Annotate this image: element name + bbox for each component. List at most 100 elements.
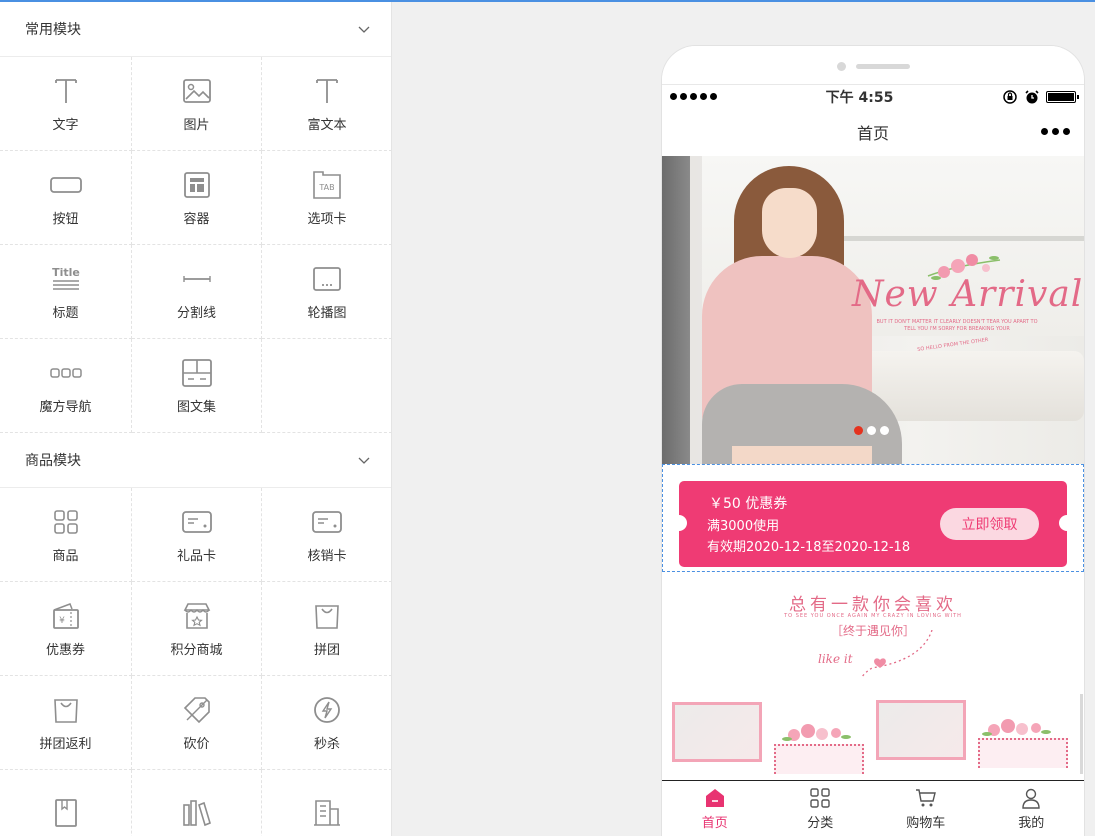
tab-label: 购物车 — [906, 815, 946, 831]
common-module-grid: 文字 图片 富文本 按钮 容器 TAB 选项卡 Title 标题 分割线 轮播图… — [0, 57, 391, 433]
rich-text-icon — [316, 78, 338, 103]
bargain-icon — [183, 696, 210, 723]
coupon-module[interactable]: ￥50 优惠券 满3000使用 有效期2020-12-18至2020-12-18… — [662, 464, 1084, 572]
banner-rail — [812, 236, 1084, 241]
module-label: 图片 — [183, 117, 210, 133]
button-icon — [49, 176, 82, 193]
gift-card-icon — [181, 510, 212, 533]
more-icon[interactable] — [1041, 128, 1070, 135]
module-container[interactable]: 容器 — [132, 151, 262, 245]
module-label: 拼团返利 — [39, 736, 92, 752]
carousel-dot[interactable] — [854, 426, 863, 435]
category-icon — [810, 787, 830, 808]
camera-icon — [837, 62, 846, 71]
tab-home[interactable]: 首页 — [662, 781, 768, 836]
points-mall-icon — [183, 602, 210, 629]
module-label: 拼团 — [313, 642, 340, 658]
tab-label: 首页 — [701, 815, 728, 831]
module-text[interactable]: 文字 — [0, 57, 132, 151]
user-icon — [1022, 788, 1040, 809]
module-label: 分割线 — [176, 305, 216, 321]
bottom-tabbar: 首页 分类 购物车 我的 — [662, 780, 1084, 836]
module-button[interactable]: 按钮 — [0, 151, 132, 245]
section-header-common[interactable]: 常用模块 — [0, 2, 391, 57]
tab-label: 分类 — [807, 815, 834, 831]
image-text-icon — [181, 358, 212, 387]
module-flash-sale[interactable]: 秒杀 — [262, 676, 391, 770]
carousel-indicator[interactable] — [854, 426, 889, 435]
module-bargain[interactable]: 砍价 — [132, 676, 262, 770]
phone-bezel — [662, 46, 1084, 84]
building-icon — [314, 800, 340, 826]
books-icon — [182, 800, 211, 827]
tab-mine[interactable]: 我的 — [979, 781, 1085, 836]
module-label: 秒杀 — [313, 736, 340, 752]
product-card[interactable] — [774, 744, 864, 774]
module-carousel[interactable]: 轮播图 — [262, 245, 391, 339]
battery-icon — [1045, 90, 1079, 103]
module-label: 容器 — [183, 211, 210, 227]
product-card[interactable] — [672, 702, 762, 762]
banner-caption: BUT IT DON'T MATTER IT CLEARLY DOESN'T T… — [876, 319, 1038, 332]
module-coupon[interactable]: ¥ 优惠券 — [0, 582, 132, 676]
module-book[interactable] — [0, 770, 132, 836]
module-points-mall[interactable]: 积分商城 — [132, 582, 262, 676]
cart-icon — [915, 788, 936, 806]
module-image[interactable]: 图片 — [132, 57, 262, 151]
module-label: 魔方导航 — [39, 399, 92, 415]
module-label: 核销卡 — [307, 548, 347, 564]
home-icon — [705, 788, 724, 807]
carousel-dot[interactable] — [880, 426, 889, 435]
carousel-dot[interactable] — [867, 426, 876, 435]
svg-text:TAB: TAB — [318, 183, 334, 192]
claim-coupon-button[interactable]: 立即领取 — [940, 508, 1039, 540]
module-label: 砍价 — [183, 736, 210, 752]
module-building[interactable] — [262, 770, 391, 836]
module-gift-card[interactable]: 礼品卡 — [132, 488, 262, 582]
section-title-goods: 商品模块 — [25, 453, 81, 469]
chevron-down-icon — [358, 26, 370, 33]
module-group-rebate[interactable]: 拼团返利 — [0, 676, 132, 770]
module-goods[interactable]: 商品 — [0, 488, 132, 582]
module-tab[interactable]: TAB 选项卡 — [262, 151, 391, 245]
module-label: 图文集 — [176, 399, 216, 415]
page-title: 首页 — [856, 124, 889, 143]
tab-category[interactable]: 分类 — [768, 781, 874, 836]
group-buy-icon — [315, 604, 339, 629]
phone-preview: 下午 4:55 首页 New Arrival BUT IT DON'T MATT… — [662, 46, 1084, 836]
book-icon — [54, 799, 77, 827]
module-divider[interactable]: 分割线 — [132, 245, 262, 339]
carousel-banner[interactable]: New Arrival BUT IT DON'T MATTER IT CLEAR… — [662, 156, 1084, 464]
text-icon — [54, 78, 77, 103]
section-header-goods[interactable]: 商品模块 — [0, 433, 391, 488]
coupon-amount: ￥50 优惠券 — [709, 496, 788, 512]
promo-title: 总有一款你会喜欢 — [789, 595, 957, 615]
scrollbar[interactable] — [1080, 694, 1083, 774]
promo-section: 总有一款你会喜欢 TO SEE YOU ONCE AGAIN MY CRAZY … — [662, 572, 1084, 780]
module-label: 按钮 — [52, 211, 79, 227]
module-label: 商品 — [52, 548, 79, 564]
module-verify-card[interactable]: 核销卡 — [262, 488, 391, 582]
coupon-card: ￥50 优惠券 满3000使用 有效期2020-12-18至2020-12-18… — [671, 481, 1075, 567]
tab-label: 我的 — [1018, 815, 1045, 831]
module-title[interactable]: Title 标题 — [0, 245, 132, 339]
tab-icon: TAB — [313, 170, 341, 199]
page-navbar: 首页 — [662, 108, 1084, 156]
alarm-icon — [1025, 89, 1039, 103]
module-group-buy[interactable]: 拼团 — [262, 582, 391, 676]
module-label: 选项卡 — [307, 211, 347, 227]
module-image-text[interactable]: 图文集 — [132, 339, 262, 433]
status-bar: 下午 4:55 — [662, 84, 1084, 108]
speaker-icon — [856, 64, 910, 69]
flash-sale-icon — [314, 696, 340, 723]
banner-face — [762, 188, 817, 258]
tab-cart[interactable]: 购物车 — [873, 781, 979, 836]
module-books[interactable] — [132, 770, 262, 836]
module-rich-text[interactable]: 富文本 — [262, 57, 391, 151]
module-cube-nav[interactable]: 魔方导航 — [0, 339, 132, 433]
carousel-icon — [313, 266, 341, 291]
product-card[interactable] — [876, 700, 966, 760]
product-card[interactable] — [978, 738, 1068, 768]
coupon-condition: 满3000使用 — [707, 519, 780, 534]
image-icon — [182, 78, 211, 103]
